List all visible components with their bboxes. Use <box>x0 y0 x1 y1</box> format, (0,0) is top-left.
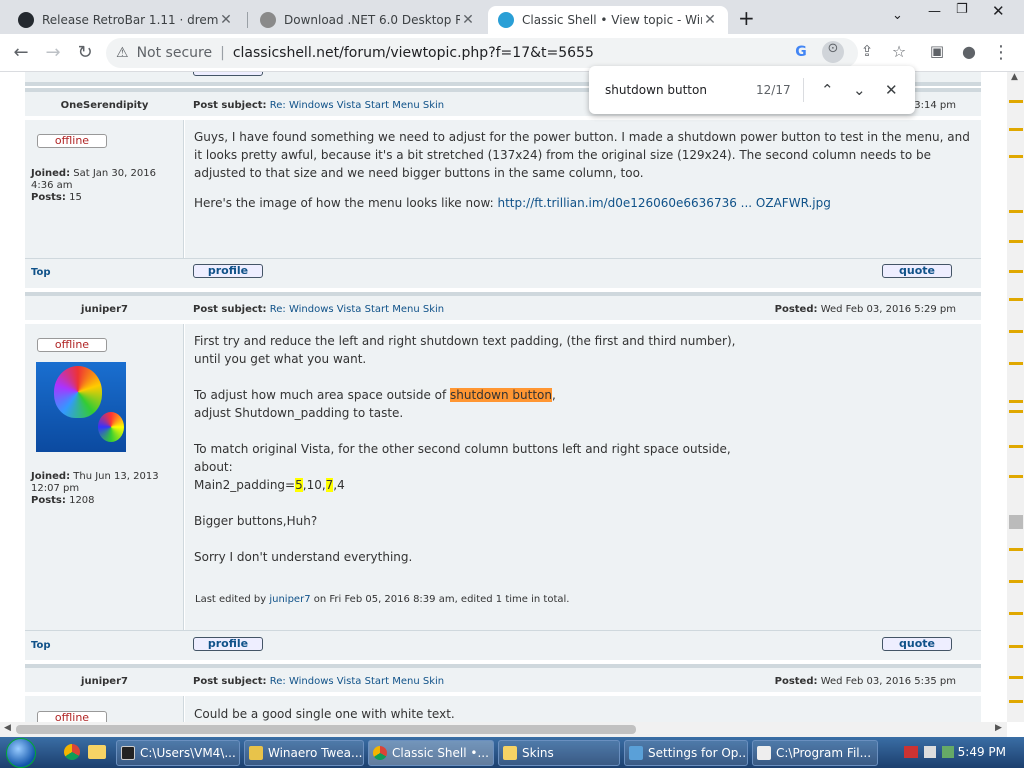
post-date: Posted: Wed Feb 03, 2016 5:29 pm <box>774 304 956 315</box>
post-author[interactable]: juniper7 <box>25 304 184 315</box>
warning-icon: ⚠ <box>116 45 129 61</box>
quote-button[interactable]: quote <box>882 264 952 278</box>
top-link[interactable]: Top <box>31 640 51 651</box>
close-tab-icon[interactable]: ✕ <box>702 12 718 28</box>
post-author[interactable]: juniper7 <box>25 676 184 687</box>
post-subject: Post subject: Re: Windows Vista Start Me… <box>193 100 445 111</box>
vertical-scrollbar[interactable]: ▲ <box>1007 72 1024 722</box>
tab-classicshell[interactable]: Classic Shell • View topic - Windo ✕ <box>488 6 728 34</box>
forward-icon[interactable]: → <box>42 42 64 63</box>
edit-notice: Last edited by juniper7 on Fri Feb 05, 2… <box>195 594 570 605</box>
taskbar-item-chrome[interactable]: Classic Shell •... <box>368 740 494 766</box>
profile-button[interactable]: profile <box>193 264 263 278</box>
post-subject: Post subject: Re: Windows Vista Start Me… <box>193 304 445 315</box>
horizontal-scroll-thumb[interactable] <box>16 725 636 734</box>
find-next-icon[interactable]: ⌄ <box>853 81 866 99</box>
find-lens-icon[interactable]: ⊙ <box>822 41 844 63</box>
author-meta: Joined: Sat Jan 30, 2016 4:36 am Posts: … <box>31 168 156 203</box>
address-bar[interactable]: ⚠ Not secure | classicshell.net/forum/vi… <box>106 38 858 68</box>
image-link[interactable]: http://ft.trillian.im/d0e126060e6636736 … <box>497 196 830 210</box>
post-footer <box>25 258 981 288</box>
classicshell-icon <box>498 12 514 28</box>
post-author[interactable]: OneSerendipity <box>25 100 184 111</box>
find-bar: shutdown button 12/17 ⌃ ⌄ ✕ <box>589 66 915 114</box>
reload-icon[interactable]: ↻ <box>74 42 96 63</box>
taskbar-item-skins[interactable]: Skins <box>498 740 620 766</box>
taskbar-item-cmd[interactable]: C:\Users\VM4\... <box>116 740 240 766</box>
offline-badge: offline <box>37 711 107 722</box>
new-tab-button[interactable]: + <box>738 6 755 30</box>
avatar <box>36 362 126 452</box>
url-text: classicshell.net/forum/viewtopic.php?f=1… <box>232 45 594 61</box>
explorer-pinned-icon[interactable] <box>88 745 106 759</box>
post-text: Guys, I have found something we need to … <box>194 130 970 210</box>
tray-icon[interactable] <box>942 746 954 758</box>
close-tab-icon[interactable]: ✕ <box>460 12 476 28</box>
menu-icon[interactable]: ⋮ <box>990 42 1012 63</box>
taskbar-item-settings[interactable]: Settings for Op... <box>624 740 748 766</box>
find-highlight-active: shutdown button <box>450 388 552 402</box>
close-window-button[interactable]: ✕ <box>992 2 1005 20</box>
tab-dotnet[interactable]: Download .NET 6.0 Desktop Runt ✕ <box>250 6 486 34</box>
tab-strip: Release RetroBar 1.11 · dremin/R ✕ Downl… <box>0 0 1024 34</box>
profile-button[interactable]: profile <box>193 637 263 651</box>
restore-button[interactable]: ❐ <box>956 2 968 17</box>
post-text: Could be a good single one with white te… <box>194 707 455 721</box>
taskbar-item-winaero[interactable]: Winaero Twea... <box>244 740 364 766</box>
horizontal-scrollbar[interactable]: ◀ ▶ <box>0 722 1007 737</box>
quote-button[interactable]: quote <box>882 637 952 651</box>
start-button[interactable] <box>6 738 36 768</box>
chrome-pinned-icon[interactable] <box>64 744 80 760</box>
offline-badge: offline <box>37 134 107 148</box>
tab-retrobar[interactable]: Release RetroBar 1.11 · dremin/R ✕ <box>8 6 244 34</box>
globe-icon <box>260 12 276 28</box>
find-input[interactable]: shutdown button <box>605 83 707 97</box>
minimize-button[interactable]: — <box>928 4 941 19</box>
bookmark-star-icon[interactable]: ☆ <box>888 42 910 61</box>
post-footer <box>25 630 981 660</box>
windows-taskbar: C:\Users\VM4\... Winaero Twea... Classic… <box>0 737 1024 768</box>
find-close-icon[interactable]: ✕ <box>885 81 898 99</box>
github-icon <box>18 12 34 28</box>
taskbar-item-program-files[interactable]: C:\Program Fil... <box>752 740 878 766</box>
find-count: 12/17 <box>756 83 791 97</box>
page-viewport: OneSerendipity Post subject: Re: Windows… <box>0 72 1007 722</box>
close-tab-icon[interactable]: ✕ <box>218 12 234 28</box>
profile-avatar-icon[interactable]: ● <box>958 42 980 61</box>
clock[interactable]: 5:49 PM <box>958 745 1006 759</box>
offline-badge: offline <box>37 338 107 352</box>
top-link[interactable]: Top <box>31 267 51 278</box>
find-highlight: 5 <box>295 478 303 492</box>
google-icon[interactable]: G <box>790 44 812 60</box>
post-subject: Post subject: Re: Windows Vista Start Me… <box>193 676 445 687</box>
post-date: Posted: Wed Feb 03, 2016 5:35 pm <box>774 676 956 687</box>
find-previous-icon[interactable]: ⌃ <box>821 81 834 99</box>
back-icon[interactable]: ← <box>10 42 32 63</box>
volume-icon[interactable] <box>924 746 936 758</box>
network-icon[interactable] <box>904 746 918 758</box>
tab-search-icon[interactable]: ⌄ <box>892 8 903 23</box>
vertical-scroll-thumb <box>1009 515 1023 529</box>
share-icon[interactable]: ⇪ <box>856 42 878 60</box>
post-text: First try and reduce the left and right … <box>194 334 736 564</box>
side-panel-icon[interactable]: ▣ <box>926 42 948 60</box>
author-meta: Joined: Thu Jun 13, 2013 12:07 pm Posts:… <box>31 471 159 506</box>
not-secure-label: Not secure <box>136 45 213 61</box>
